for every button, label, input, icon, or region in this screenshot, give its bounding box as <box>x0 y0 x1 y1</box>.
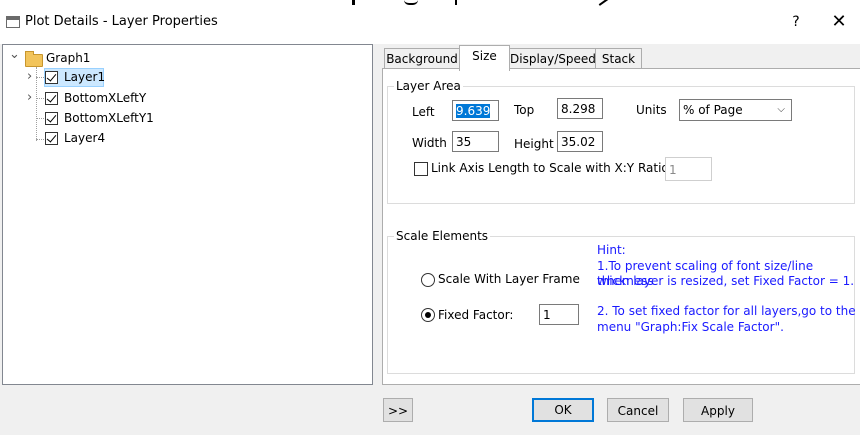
height-label: Height <box>514 137 554 151</box>
tab-stack[interactable]: Stack <box>595 48 642 69</box>
layer-tree[interactable]: ⌄ Graph1 › Layer1 › BottomXLeftY BottomX… <box>2 44 373 385</box>
layer-checkbox[interactable] <box>45 92 58 105</box>
scale-elements-title: Scale Elements <box>394 229 491 243</box>
app-icon <box>6 16 20 28</box>
tree-label-layer1: Layer1 <box>64 70 106 84</box>
folder-icon <box>25 51 43 67</box>
ok-button[interactable]: OK <box>532 398 594 422</box>
fixed-factor-label: Fixed Factor: <box>438 308 514 322</box>
tree-label-bottomxlefty1: BottomXLeftY1 <box>64 111 154 125</box>
background-window-stroke <box>455 0 457 5</box>
hint-title: Hint: <box>597 243 626 257</box>
layer-area-title: Layer Area <box>394 79 463 93</box>
fixed-factor-input[interactable]: 1 <box>539 304 579 325</box>
tree-connector <box>36 77 44 78</box>
width-input[interactable]: 35 <box>452 131 499 152</box>
tree-connector <box>36 139 44 140</box>
units-label: Units <box>636 103 667 117</box>
top-label: Top <box>514 103 535 117</box>
expand-button[interactable]: >> <box>383 398 413 422</box>
scale-with-frame-label: Scale With Layer Frame <box>438 272 580 286</box>
top-input[interactable]: 8.298 <box>557 98 603 119</box>
fixed-factor-radio[interactable] <box>421 308 435 322</box>
chevron-down-icon[interactable]: ⌄ <box>9 46 20 64</box>
hint-line-2: when layer is resized, set Fixed Factor … <box>597 274 855 288</box>
help-button[interactable]: ? <box>781 9 811 35</box>
chevron-right-icon[interactable]: › <box>27 89 32 107</box>
left-input[interactable]: 9.639 <box>452 100 499 121</box>
units-select[interactable]: % of Page ⌵ <box>679 99 792 121</box>
tab-display-speed[interactable]: Display/Speed <box>509 48 596 69</box>
layer-checkbox[interactable] <box>45 112 58 125</box>
left-input-value: 9.639 <box>456 104 491 118</box>
hint-line-4: menu "Graph:Fix Scale Factor". <box>597 320 784 334</box>
chevron-down-icon: ⌵ <box>777 104 785 115</box>
cancel-button[interactable]: Cancel <box>607 398 669 422</box>
units-select-value: % of Page <box>683 103 743 117</box>
tree-connector <box>36 118 44 119</box>
background-window-stroke <box>352 0 355 5</box>
tab-background[interactable]: Background <box>384 48 460 69</box>
ratio-input[interactable]: 1 <box>665 157 712 181</box>
link-axis-checkbox[interactable] <box>414 162 428 176</box>
scale-with-frame-radio[interactable] <box>421 273 435 287</box>
tab-size[interactable]: Size <box>459 45 510 71</box>
tree-label-layer4: Layer4 <box>64 131 106 145</box>
chevron-right-icon[interactable]: › <box>27 68 32 86</box>
layer-checkbox[interactable] <box>45 71 58 84</box>
apply-button[interactable]: Apply <box>683 398 753 422</box>
tree-connector <box>36 67 37 141</box>
hint-line-3: 2. To set fixed factor for all layers,go… <box>597 304 856 318</box>
background-window-edge <box>860 44 866 435</box>
height-input[interactable]: 35.02 <box>557 131 603 152</box>
width-label: Width <box>412 136 447 150</box>
link-axis-label: Link Axis Length to Scale with X:Y Ratio <box>431 161 669 175</box>
tree-label-graph1: Graph1 <box>46 51 91 65</box>
layer-checkbox[interactable] <box>45 132 58 145</box>
window-title: Plot Details - Layer Properties <box>25 14 218 29</box>
tree-label-bottomxlefty: BottomXLeftY <box>64 91 147 105</box>
tree-connector <box>36 98 44 99</box>
size-tab-panel: Layer Area Left 9.639 Top 8.298 Units % … <box>382 68 866 385</box>
close-button[interactable]: ✕ <box>822 9 856 35</box>
left-label: Left <box>412 105 435 119</box>
